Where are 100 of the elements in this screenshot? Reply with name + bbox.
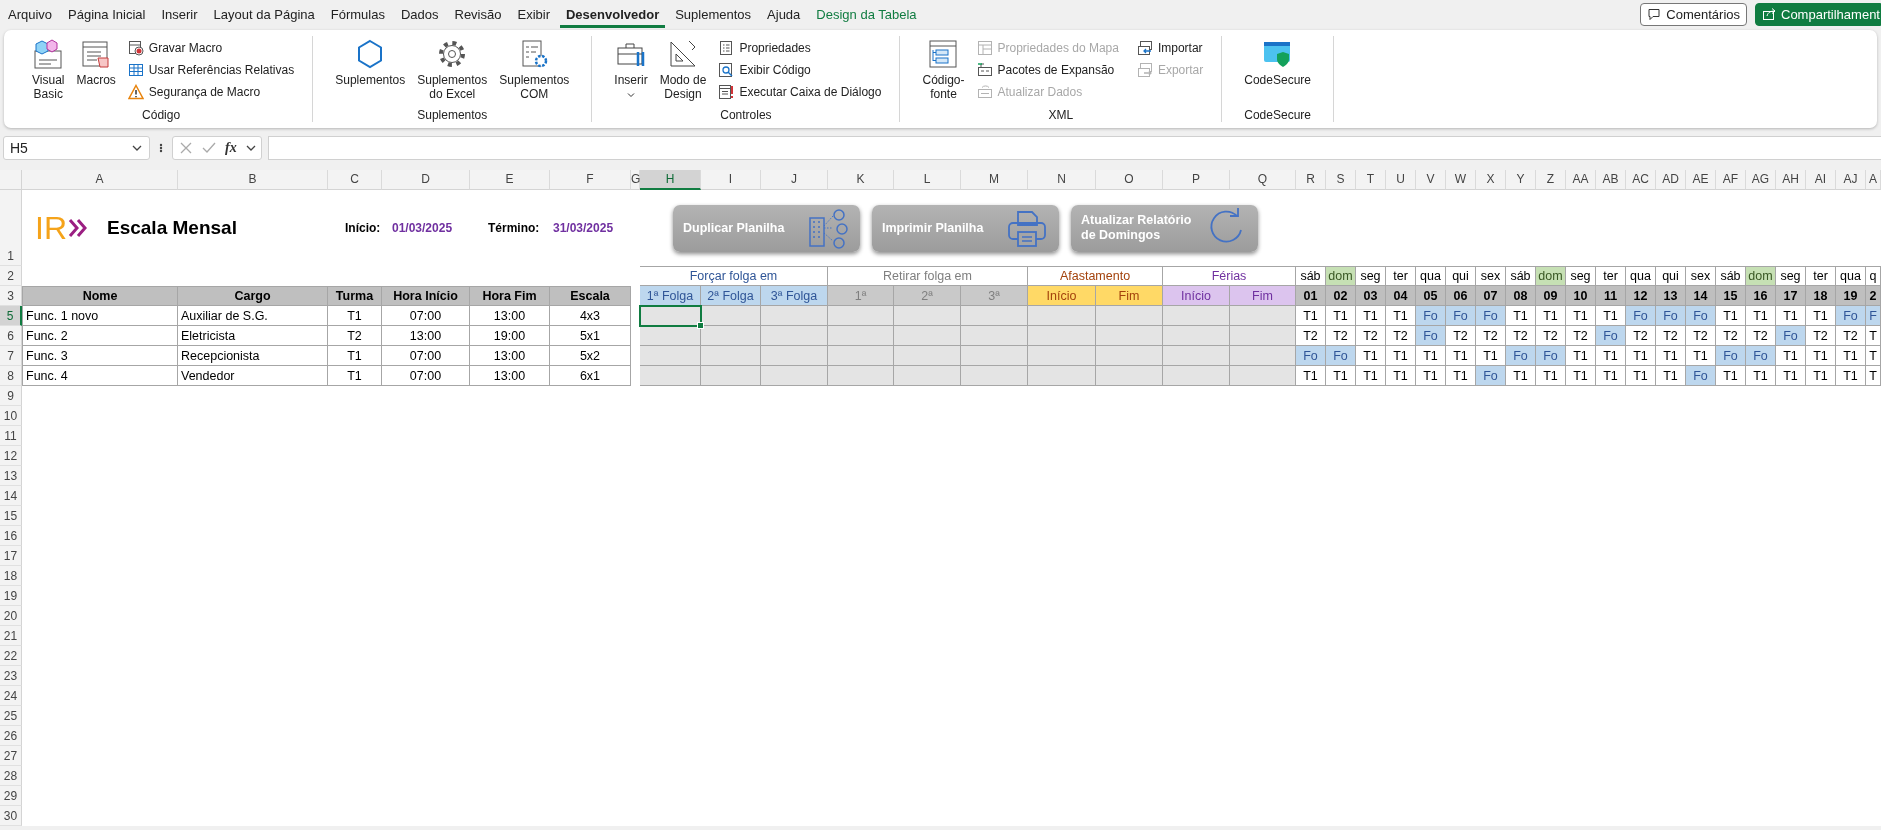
- column-header[interactable]: U: [1386, 170, 1416, 190]
- ribbon-button[interactable]: Segurança de Macro: [125, 81, 297, 103]
- column-header[interactable]: B: [178, 170, 328, 190]
- input-cell[interactable]: [1096, 366, 1163, 386]
- ribbon-tab[interactable]: Arquivo: [2, 0, 59, 28]
- row-header[interactable]: 24: [0, 686, 22, 706]
- row-header[interactable]: 9: [0, 386, 22, 406]
- row-header[interactable]: 21: [0, 626, 22, 646]
- row-header[interactable]: 25: [0, 706, 22, 726]
- name-box[interactable]: H5: [3, 136, 150, 160]
- column-header[interactable]: AC: [1626, 170, 1656, 190]
- share-button[interactable]: Compartilhament: [1755, 2, 1881, 26]
- input-cell[interactable]: [961, 366, 1028, 386]
- row-header[interactable]: 7: [0, 346, 22, 366]
- column-header[interactable]: L: [894, 170, 961, 190]
- ribbon-button[interactable]: Importar: [1134, 37, 1206, 59]
- input-cell[interactable]: [1028, 346, 1096, 366]
- ribbon-button[interactable]: Inserir: [608, 36, 654, 105]
- row-header[interactable]: 22: [0, 646, 22, 666]
- column-header[interactable]: M: [961, 170, 1028, 190]
- row-header[interactable]: 13: [0, 466, 22, 486]
- ribbon-button[interactable]: Propriedades: [716, 37, 884, 59]
- column-header[interactable]: AI: [1806, 170, 1836, 190]
- input-cell[interactable]: [961, 346, 1028, 366]
- row-header[interactable]: 15: [0, 506, 22, 526]
- ribbon-button[interactable]: Gravar Macro: [125, 37, 297, 59]
- column-header[interactable]: A: [22, 170, 178, 190]
- ribbon-button[interactable]: Suplementos COM: [493, 36, 576, 105]
- ribbon-tab[interactable]: Revisão: [448, 0, 508, 28]
- column-header[interactable]: T: [1356, 170, 1386, 190]
- row-header[interactable]: 5: [0, 306, 22, 326]
- row-header[interactable]: 23: [0, 666, 22, 686]
- input-cell[interactable]: [961, 326, 1028, 346]
- column-header[interactable]: AF: [1716, 170, 1746, 190]
- input-cell[interactable]: [1230, 306, 1296, 326]
- formula-input[interactable]: [267, 136, 1881, 160]
- column-header[interactable]: P: [1163, 170, 1230, 190]
- column-header[interactable]: Q: [1230, 170, 1296, 190]
- insert-function-button[interactable]: fx: [225, 140, 237, 156]
- row-header[interactable]: 28: [0, 766, 22, 786]
- column-header[interactable]: X: [1476, 170, 1506, 190]
- column-header[interactable]: F: [550, 170, 631, 190]
- input-cell[interactable]: [761, 306, 828, 326]
- column-header[interactable]: R: [1296, 170, 1326, 190]
- column-header[interactable]: V: [1416, 170, 1446, 190]
- row-header[interactable]: 30: [0, 806, 22, 826]
- input-cell[interactable]: [1028, 306, 1096, 326]
- ribbon-tab[interactable]: Página Inicial: [62, 0, 152, 28]
- row-header[interactable]: 1: [0, 190, 22, 266]
- select-all-button[interactable]: [0, 170, 22, 190]
- column-header[interactable]: J: [761, 170, 828, 190]
- row-header[interactable]: 6: [0, 326, 22, 346]
- column-header[interactable]: Z: [1536, 170, 1566, 190]
- column-header[interactable]: A: [1866, 170, 1881, 190]
- ribbon-tab[interactable]: Suplementos: [669, 0, 758, 28]
- column-header[interactable]: O: [1096, 170, 1163, 190]
- row-header[interactable]: 11: [0, 426, 22, 446]
- ribbon-tab[interactable]: Dados: [394, 0, 445, 28]
- input-cell[interactable]: [1230, 326, 1296, 346]
- ribbon-button[interactable]: Suplementos do Excel: [411, 36, 494, 105]
- column-header[interactable]: D: [382, 170, 470, 190]
- input-cell[interactable]: [1230, 346, 1296, 366]
- input-cell[interactable]: [1096, 326, 1163, 346]
- input-cell[interactable]: [701, 306, 761, 326]
- input-cell[interactable]: [640, 346, 701, 366]
- input-cell[interactable]: [894, 326, 961, 346]
- input-cell[interactable]: [701, 366, 761, 386]
- comments-button[interactable]: Comentários: [1640, 2, 1747, 26]
- input-cell[interactable]: [828, 366, 894, 386]
- ribbon-button[interactable]: Visual Basic: [26, 36, 71, 105]
- input-cell[interactable]: [1230, 366, 1296, 386]
- ribbon-button[interactable]: Executar Caixa de Diálogo: [716, 81, 884, 103]
- row-header[interactable]: 19: [0, 586, 22, 606]
- input-cell[interactable]: [961, 306, 1028, 326]
- ribbon-button[interactable]: Exibir Código: [716, 59, 884, 81]
- column-header[interactable]: S: [1326, 170, 1356, 190]
- ribbon-tab[interactable]: Fórmulas: [324, 0, 391, 28]
- ribbon-button[interactable]: Modo de Design: [653, 36, 713, 105]
- column-header[interactable]: Y: [1506, 170, 1536, 190]
- input-cell[interactable]: [828, 346, 894, 366]
- column-header[interactable]: I: [701, 170, 761, 190]
- row-header[interactable]: 14: [0, 486, 22, 506]
- input-cell[interactable]: [761, 346, 828, 366]
- column-header[interactable]: C: [328, 170, 382, 190]
- column-header[interactable]: AH: [1776, 170, 1806, 190]
- column-header[interactable]: AA: [1566, 170, 1596, 190]
- input-cell[interactable]: [701, 346, 761, 366]
- row-header[interactable]: 17: [0, 546, 22, 566]
- row-header[interactable]: 26: [0, 726, 22, 746]
- column-header[interactable]: E: [470, 170, 550, 190]
- column-header[interactable]: AG: [1746, 170, 1776, 190]
- input-cell[interactable]: [1096, 306, 1163, 326]
- row-header[interactable]: 12: [0, 446, 22, 466]
- ribbon-tab[interactable]: Layout da Página: [207, 0, 321, 28]
- ribbon-button[interactable]: Suplementos: [329, 36, 412, 105]
- input-cell[interactable]: [1028, 326, 1096, 346]
- row-header[interactable]: 18: [0, 566, 22, 586]
- row-header[interactable]: 16: [0, 526, 22, 546]
- input-cell[interactable]: [894, 306, 961, 326]
- ribbon-tab[interactable]: Exibir: [511, 0, 556, 28]
